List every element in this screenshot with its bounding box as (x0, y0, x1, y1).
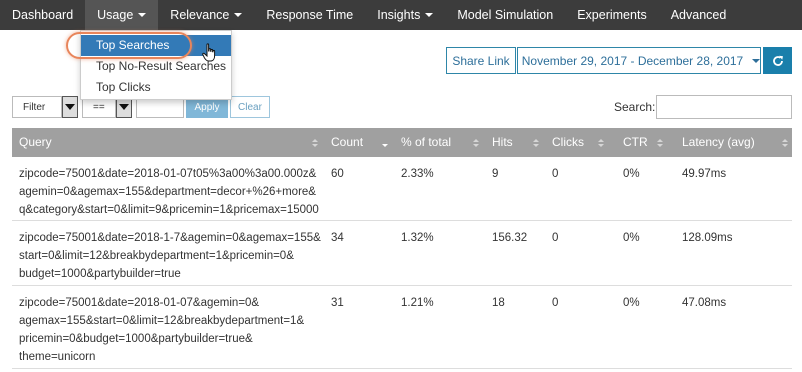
sort-icon[interactable] (533, 139, 539, 147)
clicks-cell: 0 (552, 168, 559, 180)
top-searches-table: Query Count % of total Hits Clicks CTR L… (12, 128, 792, 369)
query-cell: zipcode=75001&date=2018-1-7&agemin=0&age… (12, 229, 330, 283)
nav-dashboard[interactable]: Dashboard (0, 0, 85, 30)
nav-usage[interactable]: Usage (85, 0, 159, 30)
nav-relevance[interactable]: Relevance (158, 0, 254, 30)
filter-field-value: Filter (23, 101, 46, 113)
caret-down-icon (425, 13, 434, 17)
table-header: Query Count % of total Hits Clicks CTR L… (12, 128, 792, 157)
sort-icon[interactable] (782, 139, 788, 147)
latency-cell: 49.97ms (682, 168, 727, 180)
pct-total-cell: 1.32% (401, 232, 434, 244)
share-link-button[interactable]: Share Link (446, 47, 516, 74)
ctr-cell: 0% (623, 168, 640, 180)
nav-label: Advanced (670, 8, 727, 22)
filter-operator-value: == (93, 101, 105, 113)
date-range-picker[interactable]: November 29, 2017 - December 28, 2017 (517, 47, 761, 74)
caret-down-icon (752, 58, 761, 63)
column-header-count[interactable]: Count (324, 128, 363, 157)
filter-field-select[interactable]: Filter (12, 96, 62, 118)
pct-total-cell: 2.33% (401, 168, 434, 180)
query-line: theme=unicorn (19, 351, 96, 363)
clicks-cell: 0 (552, 297, 559, 309)
date-range-label: November 29, 2017 - December 28, 2017 (521, 53, 744, 68)
column-header-clicks[interactable]: Clicks (545, 128, 584, 157)
filter-field-dropdown-button[interactable] (62, 96, 78, 118)
query-line: zipcode=75001&date=2018-1-7&agemin=0&age… (19, 232, 321, 244)
column-header-hits[interactable]: Hits (485, 128, 513, 157)
menu-item-top-clicks[interactable]: Top Clicks (81, 77, 231, 98)
query-line: q&category&start=0&limit=9&pricemin=1&pr… (19, 204, 319, 216)
nav-label: Model Simulation (457, 8, 554, 22)
count-cell: 34 (331, 232, 344, 244)
table-row[interactable]: zipcode=75001&date=2018-01-07&agemin=0& … (12, 287, 792, 369)
hits-cell: 9 (492, 168, 499, 180)
caret-down-icon (119, 104, 129, 110)
hits-cell: 156.32 (492, 232, 528, 244)
pct-total-cell: 1.21% (401, 297, 434, 309)
sort-icon[interactable] (473, 139, 479, 147)
latency-cell: 128.09ms (682, 232, 733, 244)
query-line: budget=1000&partybuilder=true (19, 268, 181, 280)
query-cell: zipcode=75001&date=2018-01-07t05%3a00%3a… (12, 165, 330, 219)
query-line: pricemin=0&budget=1000&partybuilder=true… (19, 333, 253, 345)
column-header-ctr[interactable]: CTR (616, 128, 648, 157)
hand-cursor-icon (202, 43, 216, 62)
nav-response-time[interactable]: Response Time (254, 0, 365, 30)
nav-model-simulation[interactable]: Model Simulation (445, 0, 565, 30)
nav-label: Insights (377, 8, 421, 22)
nav-label: Relevance (170, 8, 230, 22)
sort-icon[interactable] (657, 139, 663, 147)
query-line: zipcode=75001&date=2018-01-07t05%3a00%3a… (19, 168, 317, 180)
nav-advanced[interactable]: Advanced (659, 0, 739, 30)
nav-label: Response Time (266, 8, 354, 22)
query-line: zipcode=75001&date=2018-01-07&agemin=0& (19, 297, 260, 309)
refresh-button[interactable] (763, 47, 792, 74)
nav-insights[interactable]: Insights (365, 0, 445, 30)
sort-icon[interactable] (598, 139, 604, 147)
search-label: Search: (614, 100, 656, 114)
query-line: agemin=0&agemax=155&department=decor+%26… (19, 186, 316, 198)
sort-desc-icon[interactable] (382, 139, 388, 147)
ctr-cell: 0% (623, 297, 640, 309)
usage-dropdown-menu: Top Searches Top No-Result Searches Top … (80, 30, 232, 100)
caret-down-icon (138, 13, 147, 17)
nav-label: Usage (97, 8, 134, 22)
sort-icon[interactable] (312, 139, 318, 147)
hits-cell: 18 (492, 297, 505, 309)
query-line: agemax=155&start=0&limit=12&breakbydepar… (19, 315, 305, 327)
query-cell: zipcode=75001&date=2018-01-07&agemin=0& … (12, 294, 330, 366)
latency-cell: 47.08ms (682, 297, 727, 309)
nav-label: Experiments (577, 8, 647, 22)
count-cell: 60 (331, 168, 344, 180)
column-header-pct-total[interactable]: % of total (394, 128, 451, 157)
column-header-latency[interactable]: Latency (avg) (675, 128, 755, 157)
clicks-cell: 0 (552, 232, 559, 244)
query-line: start=0&limit=12&breakbydepartment=1&pri… (19, 250, 294, 262)
caret-down-icon (65, 104, 75, 110)
count-cell: 31 (331, 297, 344, 309)
refresh-icon (772, 55, 783, 66)
top-navbar: Dashboard Usage Relevance Response Time … (0, 0, 802, 30)
table-row[interactable]: zipcode=75001&date=2018-01-07t05%3a00%3a… (12, 157, 792, 221)
table-row[interactable]: zipcode=75001&date=2018-1-7&agemin=0&age… (12, 222, 792, 286)
search-input[interactable] (656, 95, 792, 119)
nav-experiments[interactable]: Experiments (565, 0, 658, 30)
caret-down-icon (234, 13, 243, 17)
nav-label: Dashboard (12, 8, 74, 22)
column-header-query[interactable]: Query (12, 128, 52, 157)
ctr-cell: 0% (623, 232, 640, 244)
clear-button[interactable]: Clear (230, 96, 270, 118)
